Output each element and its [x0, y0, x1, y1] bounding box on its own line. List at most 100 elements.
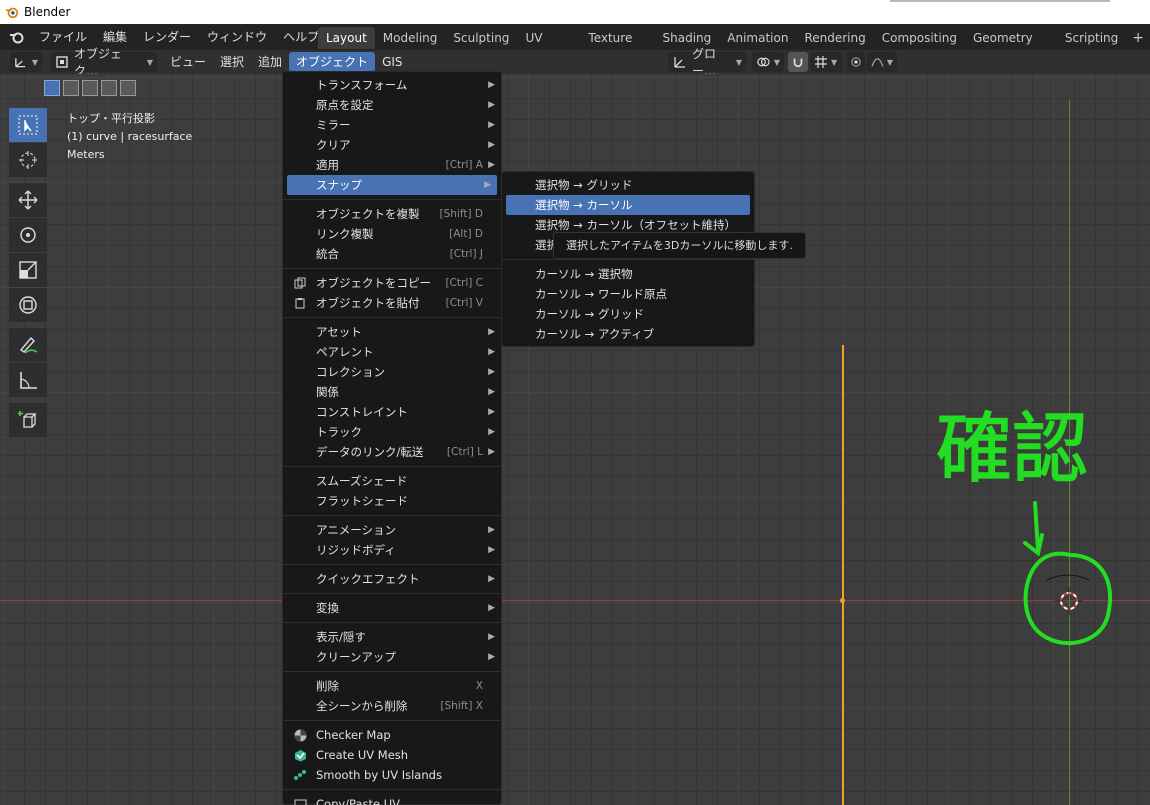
- checker-icon: [293, 728, 307, 742]
- submenu-arrow-icon: ▶: [488, 367, 495, 377]
- object-menu-item-42[interactable]: Copy/Paste UV: [283, 794, 501, 805]
- titlebar-edge: [890, 0, 1110, 2]
- submenu-arrow-icon: ▶: [488, 120, 495, 130]
- menu-render[interactable]: レンダー: [135, 26, 199, 48]
- submenu-arrow-icon: ▶: [488, 407, 495, 417]
- mode-dropdown[interactable]: オブジェク… ▼: [51, 47, 157, 78]
- object-menu-item-28[interactable]: クイックエフェクト ▶: [283, 569, 501, 589]
- submenu-arrow-icon: ▶: [484, 180, 491, 190]
- tab-scripting[interactable]: Scripting: [1057, 27, 1126, 49]
- select-subtract-mode-button[interactable]: [82, 80, 98, 96]
- menu-item-shortcut: [Ctrl] V: [445, 297, 483, 309]
- 3d-cursor-icon[interactable]: [1053, 585, 1085, 617]
- object-menu-item-40[interactable]: Smooth by UV Islands: [283, 765, 501, 785]
- tab-uv-editing[interactable]: UV Editing: [517, 27, 580, 67]
- menu-item-label: トランスフォーム: [316, 78, 408, 92]
- tab-rendering[interactable]: Rendering: [796, 27, 873, 49]
- add-cube-icon: [18, 411, 37, 428]
- cursor-tool[interactable]: [9, 143, 47, 177]
- select-new-mode-button[interactable]: [44, 80, 60, 96]
- view-menu[interactable]: ビュー: [163, 52, 213, 72]
- tab-layout[interactable]: Layout: [318, 27, 375, 49]
- object-menu-item-8[interactable]: リンク複製 [Alt] D: [283, 224, 501, 244]
- chevron-down-icon: ▼: [31, 57, 38, 67]
- tab-modeling[interactable]: Modeling: [375, 27, 446, 49]
- proportional-edit-toggle[interactable]: [847, 52, 865, 72]
- snap-toggle[interactable]: [788, 52, 808, 72]
- object-menu-item-16[interactable]: コレクション ▶: [283, 362, 501, 382]
- snap-submenu-item-6[interactable]: カーソル → ワールド原点: [502, 284, 754, 304]
- object-menu-item-19[interactable]: トラック ▶: [283, 422, 501, 442]
- object-menu-item-30[interactable]: 変換 ▶: [283, 598, 501, 618]
- submenu-arrow-icon: ▶: [488, 427, 495, 437]
- snap-target-dropdown[interactable]: ▼: [810, 52, 842, 72]
- menu-item-label: オブジェクトを貼付: [316, 296, 420, 310]
- selected-curve-object[interactable]: [842, 345, 844, 805]
- chevron-down-icon: ▼: [735, 57, 742, 67]
- object-menu-item-14[interactable]: アセット ▶: [283, 322, 501, 342]
- object-menu-item-18[interactable]: コンストレイント ▶: [283, 402, 501, 422]
- scale-tool[interactable]: [9, 253, 47, 287]
- transform-orientation-dropdown[interactable]: グロー… ▼: [668, 47, 746, 78]
- copy-icon: [293, 276, 307, 290]
- object-menu-item-33[interactable]: クリーンアップ ▶: [283, 647, 501, 667]
- snap-submenu-item-1[interactable]: 選択物 → カーソル: [506, 195, 750, 215]
- object-menu-item-32[interactable]: 表示/隠す ▶: [283, 627, 501, 647]
- select-extend-mode-button[interactable]: [63, 80, 79, 96]
- rotate-tool[interactable]: [9, 218, 47, 252]
- object-menu-item-38[interactable]: Checker Map: [283, 725, 501, 745]
- editor-type-dropdown[interactable]: ▼: [10, 52, 42, 72]
- object-menu-item-12[interactable]: オブジェクトを貼付 [Ctrl] V: [283, 293, 501, 313]
- object-menu-item-25[interactable]: アニメーション ▶: [283, 520, 501, 540]
- pivot-point-dropdown[interactable]: ▼: [752, 52, 784, 72]
- pivot-icon: [757, 57, 770, 67]
- add-workspace-button[interactable]: +: [1126, 27, 1150, 49]
- object-menu-button[interactable]: オブジェクト: [289, 52, 376, 72]
- snap-submenu-item-7[interactable]: カーソル → グリッド: [502, 304, 754, 324]
- gis-menu[interactable]: GIS: [375, 52, 409, 72]
- menu-item-label: カーソル → グリッド: [535, 307, 644, 321]
- tab-texture-paint[interactable]: Texture Paint: [580, 27, 654, 67]
- submenu-arrow-icon: ▶: [488, 447, 495, 457]
- object-menu-item-26[interactable]: リジッドボディ ▶: [283, 540, 501, 560]
- object-menu-item-3[interactable]: クリア ▶: [283, 135, 501, 155]
- handwritten-annotation: 確認: [935, 403, 1112, 645]
- menu-window[interactable]: ウィンドウ: [199, 26, 275, 48]
- object-menu-item-15[interactable]: ペアレント ▶: [283, 342, 501, 362]
- select-menu[interactable]: 選択: [213, 52, 251, 72]
- select-intersect-mode-button[interactable]: [120, 80, 136, 96]
- tab-geometry-nodes[interactable]: Geometry Nodes: [965, 27, 1057, 67]
- object-menu-item-17[interactable]: 関係 ▶: [283, 382, 501, 402]
- falloff-dropdown[interactable]: ▼: [867, 52, 897, 72]
- object-menu-item-9[interactable]: 統合 [Ctrl] J: [283, 244, 501, 264]
- select-invert-mode-button[interactable]: [101, 80, 117, 96]
- add-menu[interactable]: 追加: [251, 52, 289, 72]
- snap-submenu-item-8[interactable]: カーソル → アクティブ: [502, 324, 754, 344]
- tab-sculpting[interactable]: Sculpting: [445, 27, 517, 49]
- object-menu-item-39[interactable]: Create UV Mesh: [283, 745, 501, 765]
- object-menu-item-0[interactable]: トランスフォーム ▶: [283, 75, 501, 95]
- object-menu-item-22[interactable]: スムーズシェード: [283, 471, 501, 491]
- object-menu-item-5[interactable]: スナップ ▶: [287, 175, 497, 195]
- move-tool[interactable]: [9, 183, 47, 217]
- object-menu-item-2[interactable]: ミラー ▶: [283, 115, 501, 135]
- object-menu-item-1[interactable]: 原点を設定 ▶: [283, 95, 501, 115]
- object-menu-item-23[interactable]: フラットシェード: [283, 491, 501, 511]
- object-menu-item-7[interactable]: オブジェクトを複製 [Shift] D: [283, 204, 501, 224]
- annotate-tool[interactable]: [9, 328, 47, 362]
- submenu-arrow-icon: ▶: [488, 347, 495, 357]
- object-menu-item-20[interactable]: データのリンク/転送 [Ctrl] L ▶: [283, 442, 501, 462]
- select-box-tool[interactable]: [9, 108, 47, 142]
- measure-tool[interactable]: [9, 363, 47, 397]
- tab-compositing[interactable]: Compositing: [874, 27, 965, 49]
- transform-tool[interactable]: [9, 288, 47, 322]
- menu-item-shortcut: [Shift] X: [440, 700, 483, 712]
- snap-submenu-item-0[interactable]: 選択物 → グリッド: [502, 175, 754, 195]
- object-menu-item-36[interactable]: 全シーンから削除 [Shift] X: [283, 696, 501, 716]
- object-menu-item-35[interactable]: 削除 X: [283, 676, 501, 696]
- add-cube-tool[interactable]: [9, 403, 47, 437]
- object-menu-item-4[interactable]: 適用 [Ctrl] A ▶: [283, 155, 501, 175]
- object-menu-item-11[interactable]: オブジェクトをコピー [Ctrl] C: [283, 273, 501, 293]
- blender-menu-icon[interactable]: [8, 28, 26, 46]
- snap-submenu-item-5[interactable]: カーソル → 選択物: [502, 264, 754, 284]
